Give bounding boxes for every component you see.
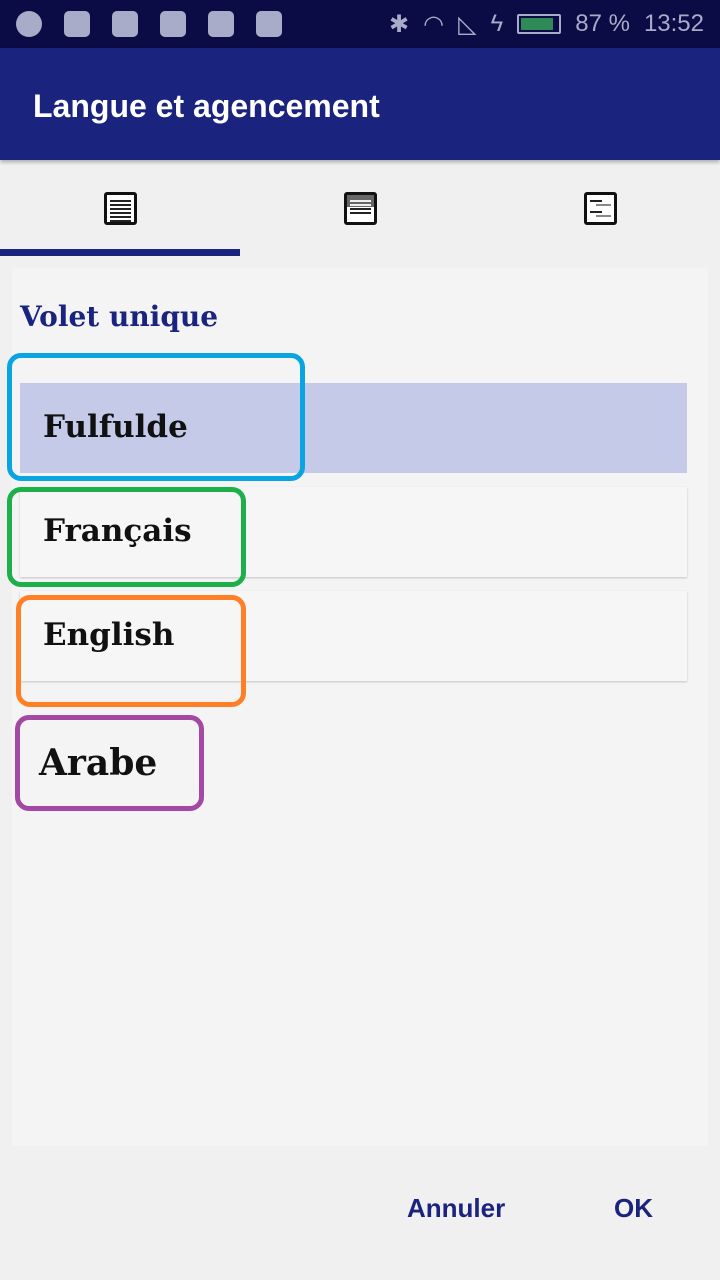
tab-interlinear[interactable] xyxy=(480,160,720,256)
two-pane-icon xyxy=(343,192,377,225)
wifi-icon: ◠ xyxy=(423,10,445,38)
single-pane-icon xyxy=(103,192,137,225)
annotation-box xyxy=(7,487,246,587)
android-icon xyxy=(256,11,282,37)
annotation-box xyxy=(15,715,204,811)
annotation-box xyxy=(7,353,305,481)
app-icon xyxy=(16,11,42,37)
app-bar: Langue et agencement xyxy=(0,48,720,160)
page-title: Langue et agencement xyxy=(33,88,380,124)
image-icon xyxy=(64,11,90,37)
tab-two-pane[interactable] xyxy=(240,160,480,256)
tab-single-pane[interactable] xyxy=(0,160,240,256)
battery-icon xyxy=(517,14,562,34)
signal-icon: ◺ xyxy=(458,10,477,38)
sync-icon xyxy=(208,11,234,37)
charging-icon: ϟ xyxy=(490,10,504,37)
bluetooth-icon: ✱ xyxy=(389,10,410,38)
annotation-box xyxy=(16,595,246,707)
gmail-icon xyxy=(160,11,186,37)
clock: 13:52 xyxy=(643,10,704,37)
layout-tabs xyxy=(0,160,720,256)
play-shield-icon xyxy=(112,11,138,37)
status-bar: ✱ ◠ ◺ ϟ 87 % 13:52 xyxy=(0,0,720,48)
battery-percent: 87 % xyxy=(575,10,630,37)
section-title: Volet unique xyxy=(20,300,219,333)
cancel-button[interactable]: Annuler xyxy=(407,1193,505,1224)
interlinear-icon xyxy=(583,192,617,225)
ok-button[interactable]: OK xyxy=(614,1193,653,1224)
